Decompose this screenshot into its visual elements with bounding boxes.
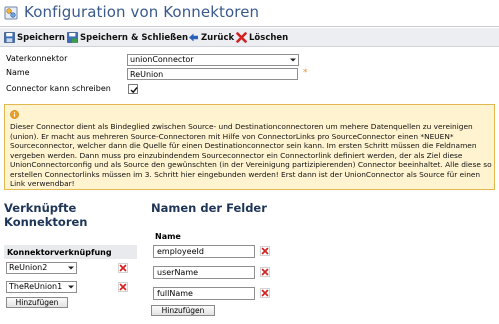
page-title: Konfiguration von Konnektoren: [24, 3, 260, 21]
save-close-icon: [67, 32, 78, 43]
linked-connector-select-2[interactable]: TheReUnion1: [6, 281, 77, 293]
delete-field-3-icon[interactable]: [260, 288, 270, 298]
info-text: Dieser Connector dient als Bindeglied zw…: [10, 122, 492, 188]
delete-field-2-icon[interactable]: [260, 267, 270, 277]
info-icon: [10, 110, 19, 119]
back-arrow-icon: [189, 33, 198, 42]
checkmark-icon: [130, 87, 138, 94]
field-name-input-2[interactable]: [153, 266, 255, 279]
write-checkbox[interactable]: [128, 84, 138, 94]
info-box: Dieser Connector dient als Bindeglied zw…: [4, 104, 495, 190]
chevron-down-icon: [68, 285, 74, 289]
delete-field-1-icon[interactable]: [260, 246, 270, 256]
save-icon: [4, 32, 15, 43]
delete-label: Löschen: [249, 32, 289, 43]
linked-connector-select-1[interactable]: ReUnion2: [6, 262, 77, 274]
delete-x-icon: [236, 32, 247, 43]
linked-connectors-column: Konnektorverknüpfung: [7, 248, 112, 257]
save-button[interactable]: Speichern: [4, 31, 65, 44]
delete-link-1-icon[interactable]: [118, 263, 128, 273]
save-close-button[interactable]: Speichern & Schließen: [67, 31, 188, 44]
back-label: Zurück: [201, 32, 235, 43]
name-input[interactable]: [127, 68, 298, 80]
add-field-button[interactable]: Hinzufügen: [151, 305, 215, 316]
field-names-column: Name: [155, 232, 181, 241]
back-button[interactable]: Zurück: [188, 31, 234, 44]
save-close-label: Speichern & Schließen: [80, 32, 189, 43]
write-label: Connector kann schreiben: [6, 84, 111, 93]
delete-button[interactable]: Löschen: [236, 31, 288, 44]
connector-config-icon: [4, 6, 18, 20]
name-label: Name: [6, 68, 30, 77]
linked-connector-value-1: ReUnion2: [9, 263, 48, 272]
toolbar: Speichern Speichern & Schließen Zurück L…: [0, 28, 499, 47]
chevron-down-icon: [68, 266, 74, 270]
field-name-input-3[interactable]: [153, 287, 255, 300]
field-names-title: Namen der Felder: [151, 201, 267, 215]
linked-connector-value-2: TheReUnion1: [9, 282, 63, 291]
delete-link-2-icon[interactable]: [118, 282, 128, 292]
vaterkonnektor-value: unionConnector: [130, 55, 194, 64]
required-marker: *: [303, 68, 308, 78]
save-label: Speichern: [17, 32, 65, 43]
chevron-down-icon: [290, 58, 296, 62]
vaterkonnektor-label: Vaterkonnektor: [6, 54, 68, 63]
add-link-button[interactable]: Hinzufügen: [6, 297, 68, 308]
vaterkonnektor-select[interactable]: unionConnector: [127, 54, 299, 66]
field-name-input-1[interactable]: [153, 245, 255, 258]
linked-connectors-title: Verknüpfte Konnektoren: [4, 201, 88, 229]
title-bar: Konfiguration von Konnektoren: [0, 0, 499, 27]
